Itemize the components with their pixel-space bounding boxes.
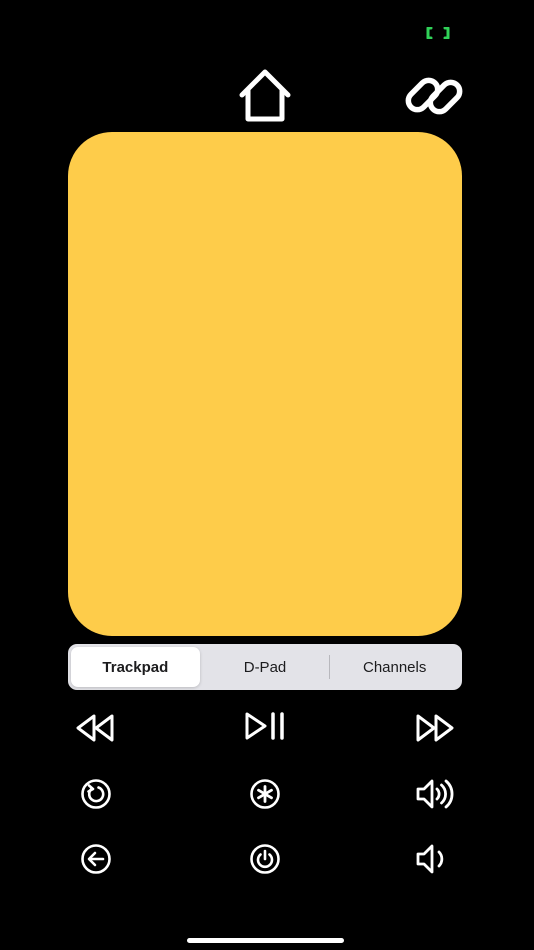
link-icon[interactable] (404, 66, 464, 126)
trackpad-surface[interactable] (68, 132, 462, 636)
rewind-icon[interactable] (72, 704, 120, 752)
replay-icon[interactable] (72, 770, 120, 818)
home-icon[interactable] (238, 68, 292, 122)
volume-up-icon[interactable] (410, 770, 458, 818)
home-indicator-bar[interactable] (187, 938, 344, 943)
segment-dpad[interactable]: D-Pad (201, 647, 330, 687)
power-icon[interactable] (241, 835, 289, 883)
connection-indicator-icon (426, 27, 450, 39)
fast-forward-icon[interactable] (410, 704, 458, 752)
volume-down-icon[interactable] (410, 835, 458, 883)
back-arrow-icon[interactable] (72, 835, 120, 883)
play-pause-icon[interactable] (241, 702, 289, 750)
segment-channels[interactable]: Channels (330, 647, 459, 687)
segment-trackpad[interactable]: Trackpad (71, 647, 200, 687)
mode-segmented-control: Trackpad D-Pad Channels (68, 644, 462, 690)
options-asterisk-icon[interactable] (241, 770, 289, 818)
